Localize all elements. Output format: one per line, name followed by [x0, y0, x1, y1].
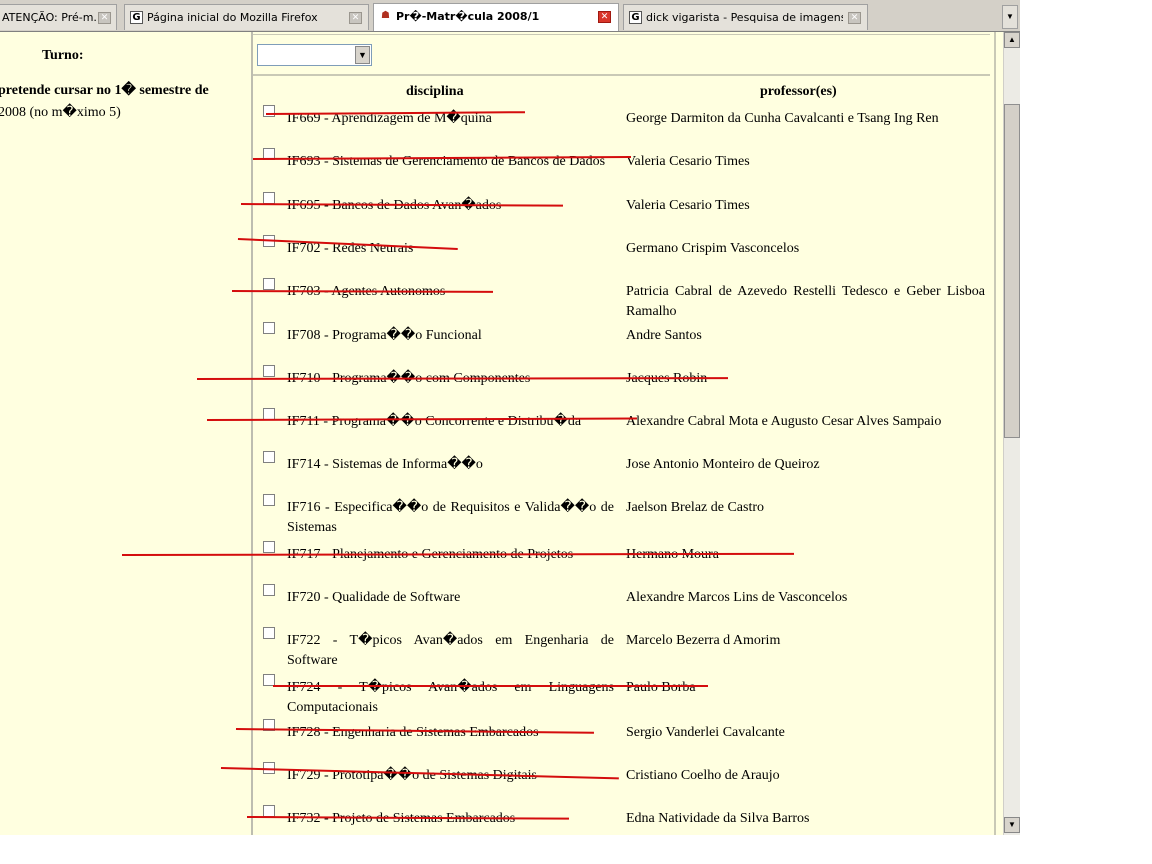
- course-professor: Marcelo Bezerra d Amorim: [626, 633, 781, 648]
- prompt-line-2: 2008 (no m�ximo 5): [0, 105, 121, 120]
- strike-mark: [273, 685, 708, 687]
- course-checkbox[interactable]: [263, 627, 275, 639]
- course-prompt: pretende cursar no 1� semestre de 2008 (…: [0, 80, 243, 124]
- turno-divider: [253, 74, 990, 76]
- course-professor: Sergio Vanderlei Cavalcante: [626, 725, 785, 740]
- course-checkbox[interactable]: [263, 365, 275, 377]
- course-discipline: IF693 - Sistemas de Gerenciamento de Ban…: [287, 154, 606, 169]
- top-rule: [253, 34, 990, 35]
- course-discipline: IF708 - Programa��o Funcional: [287, 328, 482, 343]
- course-discipline: IF711 - Programa��o Concorrente e Distri…: [287, 414, 582, 429]
- scroll-thumb[interactable]: [1004, 104, 1020, 438]
- tab-list-dropdown[interactable]: ▼: [1002, 5, 1018, 29]
- header-professor: professor(es): [760, 84, 837, 99]
- google-icon: G: [130, 11, 143, 24]
- course-checkbox[interactable]: [263, 541, 275, 553]
- scroll-down-icon[interactable]: ▼: [1004, 817, 1020, 833]
- course-professor: George Darmiton da Cunha Cavalcanti e Ts…: [626, 111, 939, 126]
- course-professor: Valeria Cesario Times: [626, 154, 750, 169]
- right-border: [994, 32, 996, 835]
- course-professor: Germano Crispim Vasconcelos: [626, 241, 800, 256]
- course-checkbox[interactable]: [263, 278, 275, 290]
- chevron-down-icon[interactable]: ▼: [355, 46, 370, 64]
- tab-close-icon[interactable]: ✕: [98, 12, 111, 24]
- course-checkbox[interactable]: [263, 584, 275, 596]
- course-checkbox[interactable]: [263, 451, 275, 463]
- page-content: Turno: pretende cursar no 1� semestre de…: [0, 32, 1003, 835]
- course-professor: Andre Santos: [626, 328, 702, 343]
- course-professor: Jaelson Brelaz de Castro: [626, 500, 765, 515]
- course-professor: Jose Antonio Monteiro de Queiroz: [626, 457, 820, 472]
- tab-bar: ATENÇÃO: Pré-m... ✕ G Página inicial do …: [0, 0, 1020, 32]
- course-checkbox[interactable]: [263, 322, 275, 334]
- turno-label: Turno:: [42, 48, 84, 63]
- tab-label: dick vigarista - Pesquisa de imagens do.…: [646, 11, 843, 24]
- course-discipline: IF724 - T�picos Avan�ados em Linguagens …: [287, 680, 614, 715]
- tab-close-icon[interactable]: ✕: [598, 11, 611, 23]
- course-professor: Alexandre Marcos Lins de Vasconcelos: [626, 590, 848, 605]
- course-professor: Edna Natividade da Silva Barros: [626, 811, 810, 826]
- tab-close-icon[interactable]: ✕: [349, 12, 362, 24]
- prompt-line-1: pretende cursar no 1� semestre de: [0, 83, 209, 98]
- course-professor: Paulo Borba: [626, 680, 696, 695]
- tab-label: Página inicial do Mozilla Firefox: [147, 11, 318, 24]
- tab-close-icon[interactable]: ✕: [848, 12, 861, 24]
- course-discipline: IF722 - T�picos Avan�ados em Engenharia …: [287, 633, 614, 668]
- left-column: Turno: pretende cursar no 1� semestre de…: [0, 32, 250, 835]
- tab-dick-vigarista[interactable]: G dick vigarista - Pesquisa de imagens d…: [623, 4, 868, 30]
- course-checkbox[interactable]: [263, 494, 275, 506]
- course-professor: Alexandre Cabral Mota e Augusto Cesar Al…: [626, 414, 942, 429]
- course-discipline: IF720 - Qualidade de Software: [287, 590, 461, 605]
- google-icon: G: [629, 11, 642, 24]
- scroll-up-icon[interactable]: ▲: [1004, 32, 1020, 48]
- tab-label: ATENÇÃO: Pré-m...: [2, 11, 96, 24]
- app-icon: ☗: [381, 10, 390, 21]
- course-checkbox[interactable]: [263, 105, 275, 117]
- tab-label: Pr�-Matr�cula 2008/1: [396, 10, 540, 23]
- course-professor: Cristiano Coelho de Araujo: [626, 768, 780, 783]
- course-discipline: IF714 - Sistemas de Informa��o: [287, 457, 483, 472]
- tab-pre-matricula[interactable]: ☗ Pr�-Matr�cula 2008/1 ✕: [373, 3, 619, 31]
- course-discipline: IF716 - Especifica��o de Requisitos e Va…: [287, 500, 614, 535]
- course-professor: Patricia Cabral de Azevedo Restelli Tede…: [626, 284, 985, 319]
- turno-select[interactable]: ▼: [257, 44, 372, 66]
- tab-atencao[interactable]: ATENÇÃO: Pré-m... ✕: [0, 4, 117, 30]
- header-disciplina: disciplina: [406, 84, 464, 99]
- column-divider: [251, 32, 253, 835]
- course-professor: Valeria Cesario Times: [626, 198, 750, 213]
- vertical-scrollbar[interactable]: ▲ ▼: [1003, 32, 1020, 835]
- tab-mozilla-home[interactable]: G Página inicial do Mozilla Firefox ✕: [124, 4, 369, 30]
